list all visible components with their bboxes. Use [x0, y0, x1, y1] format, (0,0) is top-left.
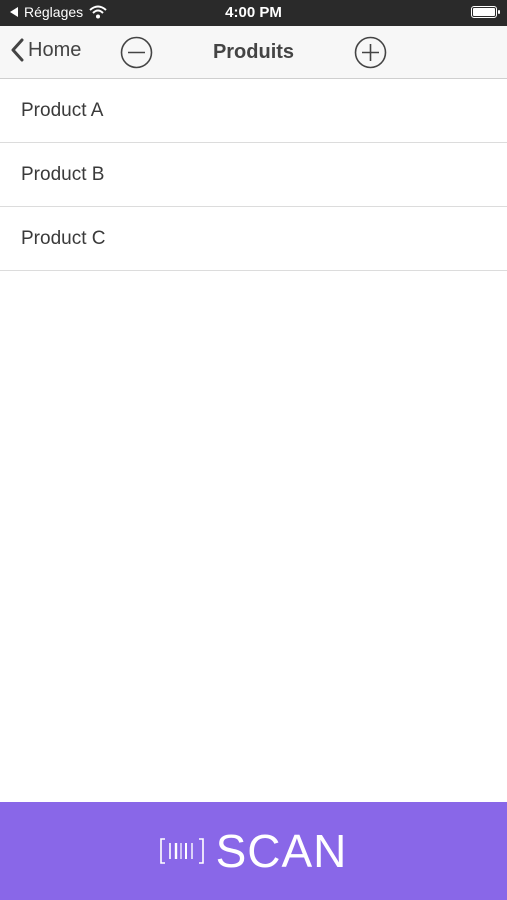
product-name: Product A	[21, 99, 104, 121]
navigation-bar: Home Produits	[0, 26, 507, 79]
product-list: Product A Product B Product C	[0, 79, 507, 271]
status-time: 4:00 PM	[225, 4, 282, 21]
product-name: Product B	[21, 163, 105, 185]
scan-button-label: SCAN	[215, 825, 348, 877]
scan-button[interactable]: SCAN	[0, 802, 507, 900]
list-item-product-b[interactable]: Product B	[0, 143, 507, 207]
list-item-product-c[interactable]: Product C	[0, 207, 507, 271]
battery-icon	[471, 6, 500, 18]
list-item-product-a[interactable]: Product A	[0, 79, 507, 143]
product-name: Product C	[21, 227, 106, 249]
page-title: Produits	[212, 41, 295, 63]
status-bar: Réglages 4:00 PM	[0, 0, 507, 26]
barcode-icon	[159, 838, 204, 864]
add-product-button[interactable]	[354, 36, 387, 74]
battery-level	[473, 8, 495, 16]
plus-circle-icon	[354, 36, 387, 69]
